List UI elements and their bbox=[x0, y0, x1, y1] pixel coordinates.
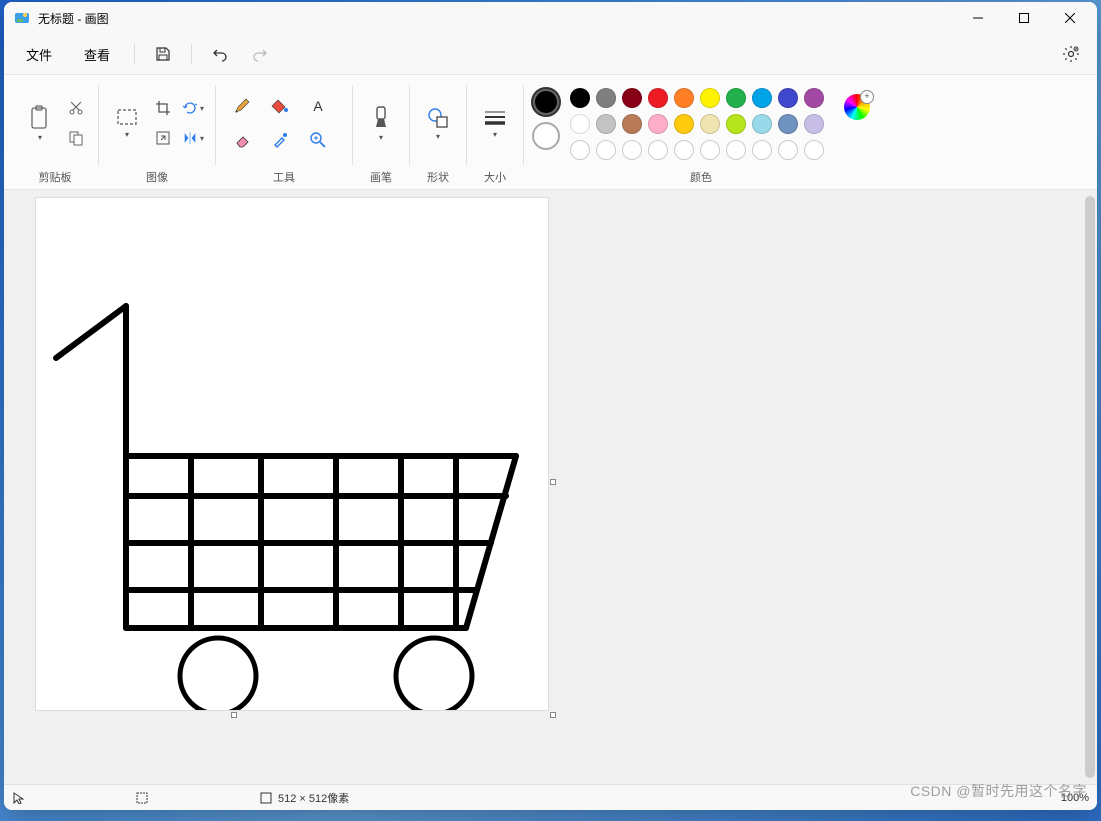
label-brushes: 画笔 bbox=[370, 165, 392, 187]
settings-button[interactable] bbox=[1053, 38, 1089, 70]
menu-view[interactable]: 查看 bbox=[70, 39, 124, 70]
eraser-tool[interactable] bbox=[224, 124, 260, 156]
swatch[interactable] bbox=[596, 114, 616, 134]
drawing-content bbox=[36, 198, 548, 710]
color2-swatch[interactable] bbox=[532, 122, 560, 150]
swatch[interactable] bbox=[778, 114, 798, 134]
flip-button[interactable]: ▾ bbox=[179, 124, 207, 152]
label-tools: 工具 bbox=[273, 165, 295, 187]
status-cursor bbox=[12, 792, 122, 804]
select-button[interactable]: ▾ bbox=[107, 95, 147, 151]
pencil-tool[interactable] bbox=[224, 90, 260, 122]
swatch-empty[interactable] bbox=[596, 140, 616, 160]
menubar: 文件 查看 bbox=[4, 34, 1097, 74]
resize-handle-e[interactable] bbox=[550, 479, 556, 485]
resize-button[interactable] bbox=[149, 124, 177, 152]
label-size: 大小 bbox=[484, 165, 506, 187]
swatch-empty[interactable] bbox=[700, 140, 720, 160]
maximize-button[interactable] bbox=[1001, 2, 1047, 34]
swatch[interactable] bbox=[622, 114, 642, 134]
group-clipboard: ▾ 剪贴板 bbox=[12, 81, 98, 187]
swatch[interactable] bbox=[674, 88, 694, 108]
swatch[interactable] bbox=[570, 88, 590, 108]
crop-button[interactable] bbox=[149, 94, 177, 122]
swatch[interactable] bbox=[700, 114, 720, 134]
undo-button[interactable] bbox=[202, 38, 238, 70]
dimensions-icon bbox=[260, 792, 272, 804]
label-colors: 颜色 bbox=[690, 165, 712, 187]
brushes-button[interactable]: ▾ bbox=[361, 95, 401, 151]
rotate-button[interactable]: ▾ bbox=[179, 94, 207, 122]
menu-file[interactable]: 文件 bbox=[12, 39, 66, 70]
paste-button[interactable]: ▾ bbox=[20, 95, 60, 151]
group-size: ▾ 大小 bbox=[467, 81, 523, 187]
swatch[interactable] bbox=[648, 88, 668, 108]
app-icon bbox=[14, 10, 30, 26]
swatch[interactable] bbox=[804, 88, 824, 108]
group-shapes: ▾ 形状 bbox=[410, 81, 466, 187]
swatch-empty[interactable] bbox=[674, 140, 694, 160]
picker-tool[interactable] bbox=[262, 124, 298, 156]
swatch[interactable] bbox=[648, 114, 668, 134]
save-button[interactable] bbox=[145, 38, 181, 70]
swatch[interactable] bbox=[674, 114, 694, 134]
svg-text:A: A bbox=[313, 98, 323, 114]
text-tool[interactable]: A bbox=[300, 90, 336, 122]
shapes-button[interactable]: ▾ bbox=[418, 95, 458, 151]
size-button[interactable]: ▾ bbox=[475, 95, 515, 151]
swatch-empty[interactable] bbox=[648, 140, 668, 160]
resize-handle-s[interactable] bbox=[231, 712, 237, 718]
swatch[interactable] bbox=[726, 114, 746, 134]
label-clipboard: 剪贴板 bbox=[39, 165, 72, 187]
close-button[interactable] bbox=[1047, 2, 1093, 34]
status-zoom: 100% bbox=[1061, 792, 1089, 804]
swatch[interactable] bbox=[570, 114, 590, 134]
statusbar: 512 × 512像素 100% bbox=[4, 784, 1097, 810]
swatch[interactable] bbox=[700, 88, 720, 108]
label-image: 图像 bbox=[146, 165, 168, 187]
titlebar: 无标题 - 画图 bbox=[4, 2, 1097, 34]
status-selection bbox=[136, 792, 246, 804]
magnifier-tool[interactable] bbox=[300, 124, 336, 156]
copy-button[interactable] bbox=[62, 124, 90, 152]
group-tools: A 工具 bbox=[216, 81, 352, 187]
swatch[interactable] bbox=[778, 88, 798, 108]
group-image: ▾ ▾ ▾ 图像 bbox=[99, 81, 215, 187]
redo-button[interactable] bbox=[242, 38, 278, 70]
selection-icon bbox=[136, 792, 148, 804]
group-colors: 颜色 bbox=[524, 81, 878, 187]
swatch[interactable] bbox=[752, 114, 772, 134]
swatch-empty[interactable] bbox=[804, 140, 824, 160]
ribbon: ▾ 剪贴板 ▾ ▾ bbox=[4, 74, 1097, 190]
swatch[interactable] bbox=[622, 88, 642, 108]
label-shapes: 形状 bbox=[427, 165, 449, 187]
edit-colors-button[interactable] bbox=[844, 94, 870, 120]
swatch-empty[interactable] bbox=[570, 140, 590, 160]
swatch-empty[interactable] bbox=[622, 140, 642, 160]
cut-button[interactable] bbox=[62, 94, 90, 122]
swatch[interactable] bbox=[804, 114, 824, 134]
swatch[interactable] bbox=[726, 88, 746, 108]
swatch[interactable] bbox=[752, 88, 772, 108]
paint-window: 无标题 - 画图 文件 查看 ▾ bbox=[4, 2, 1097, 810]
minimize-button[interactable] bbox=[955, 2, 1001, 34]
status-dimensions: 512 × 512像素 bbox=[260, 790, 370, 806]
swatch[interactable] bbox=[596, 88, 616, 108]
workspace[interactable] bbox=[4, 190, 1097, 784]
swatch-empty[interactable] bbox=[726, 140, 746, 160]
vertical-scrollbar[interactable] bbox=[1085, 196, 1095, 778]
window-title: 无标题 - 画图 bbox=[38, 10, 109, 27]
fill-tool[interactable] bbox=[262, 90, 298, 122]
canvas[interactable] bbox=[36, 198, 548, 710]
swatch-empty[interactable] bbox=[752, 140, 772, 160]
resize-handle-se[interactable] bbox=[550, 712, 556, 718]
cursor-icon bbox=[12, 792, 24, 804]
color1-swatch[interactable] bbox=[532, 88, 560, 116]
swatch-empty[interactable] bbox=[778, 140, 798, 160]
group-brushes: ▾ 画笔 bbox=[353, 81, 409, 187]
swatch-grid bbox=[570, 88, 826, 162]
